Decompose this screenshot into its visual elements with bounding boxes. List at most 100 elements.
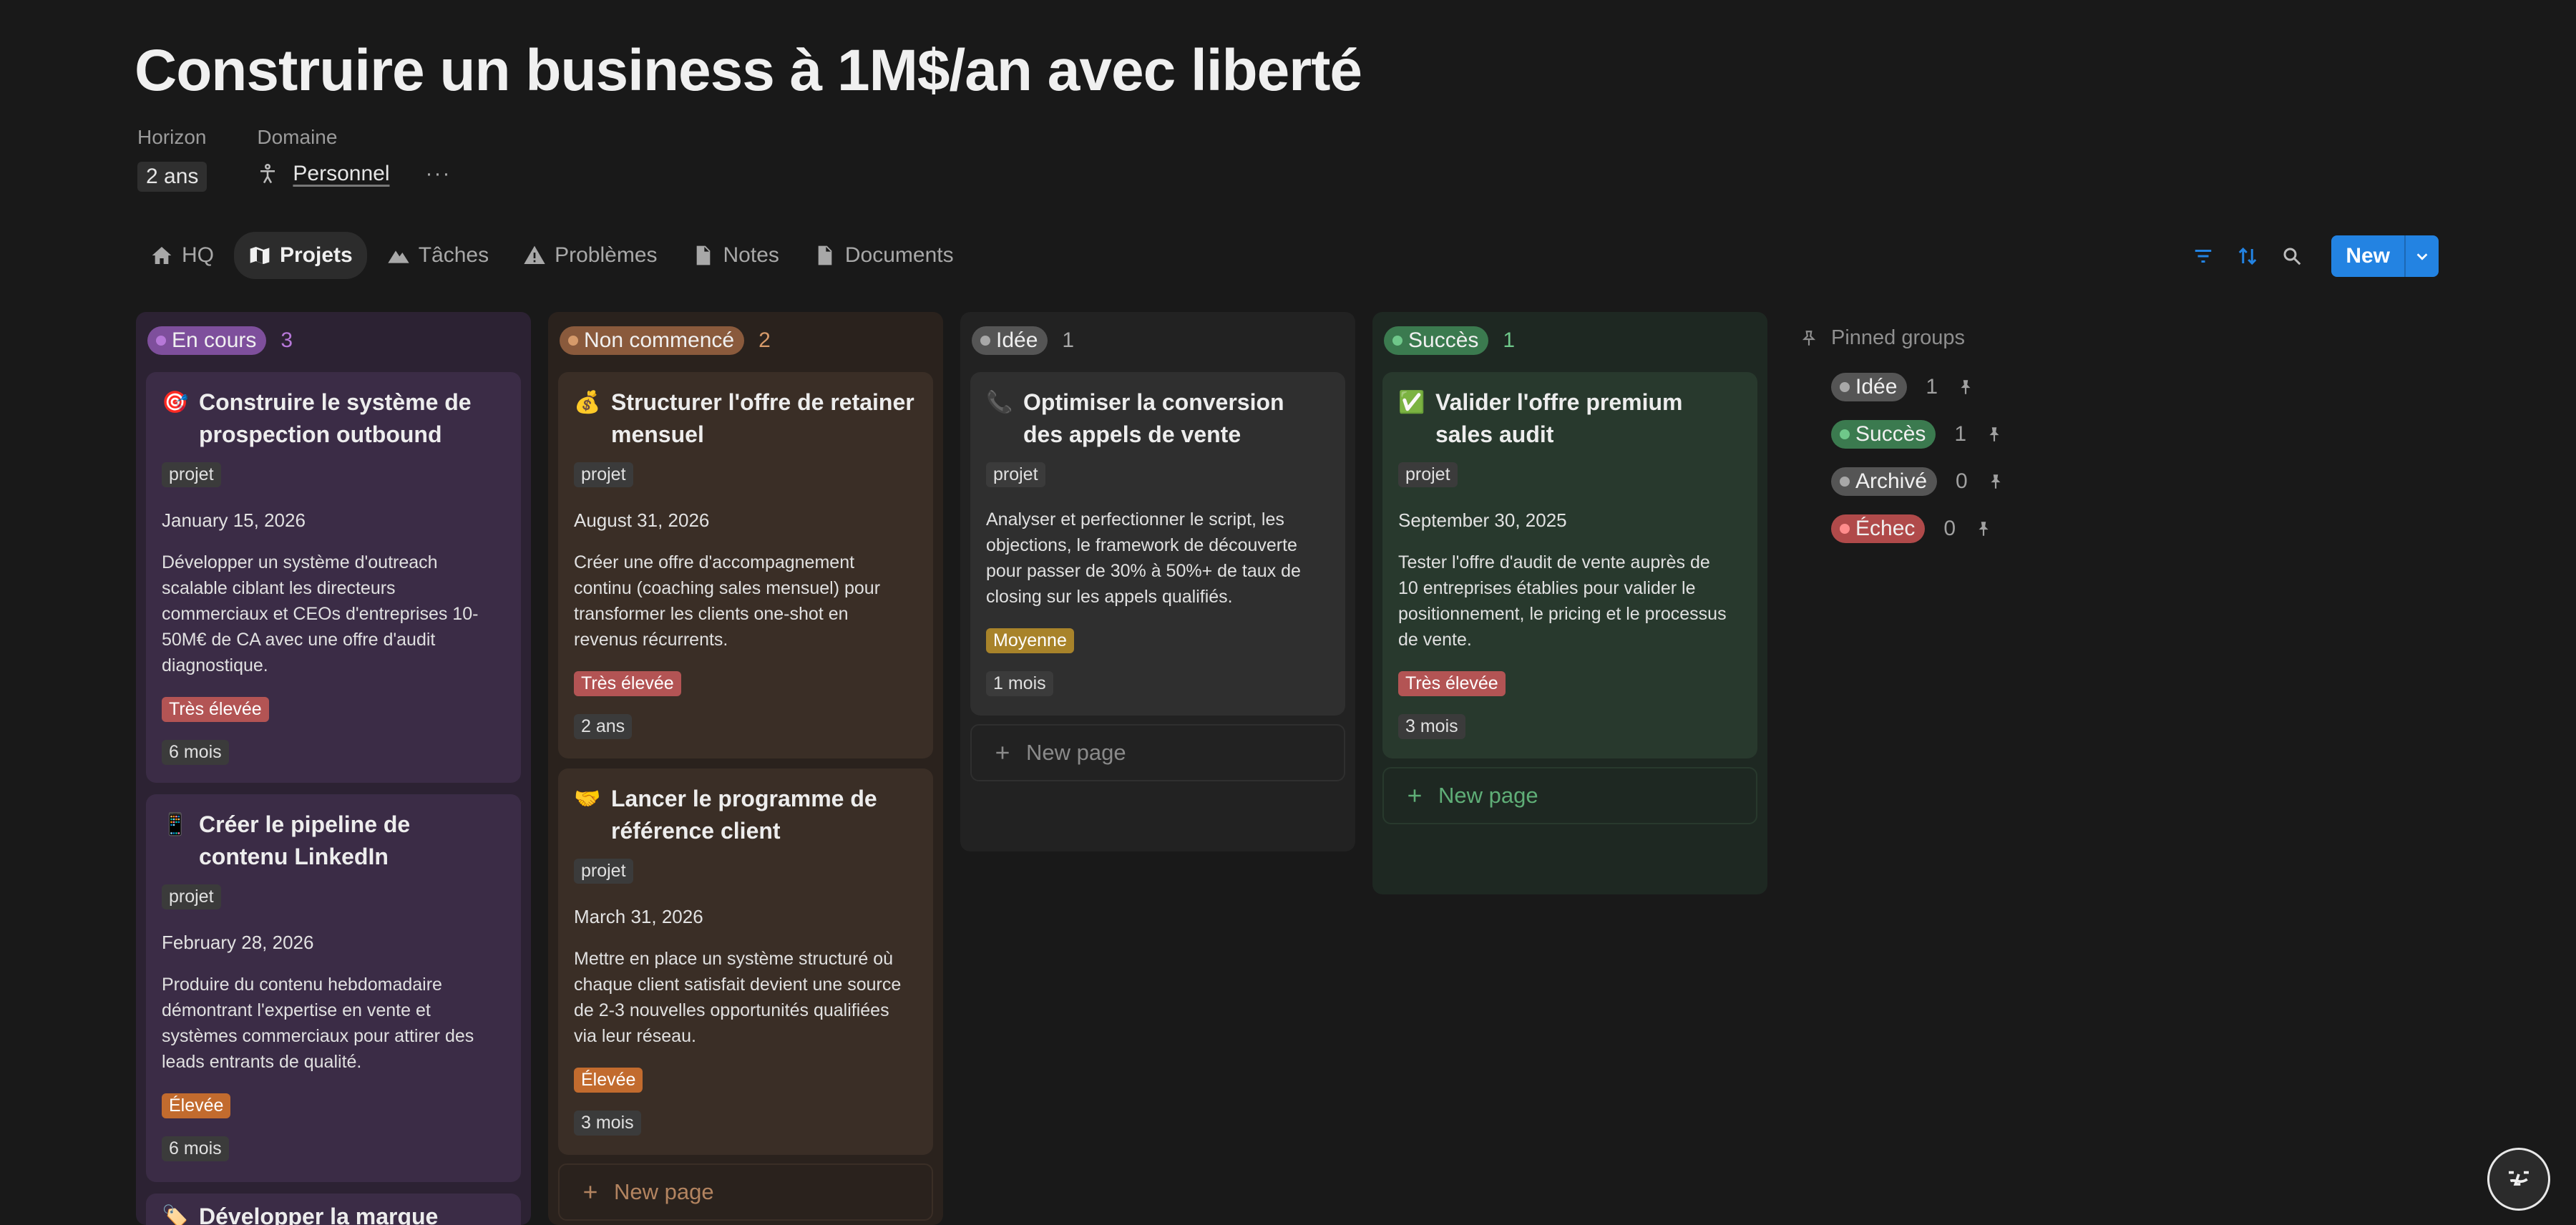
status-dot [1392,336,1402,346]
project-card[interactable]: ✅ Valider l'offre premium sales audit pro… [1382,372,1757,758]
pinned-group-echec[interactable]: Échec 0 [1831,514,2005,543]
tab-problemes[interactable]: Problèmes [509,232,671,279]
column-header[interactable]: Non commencé 2 [548,312,943,369]
pin-icon[interactable] [1956,378,1975,396]
status-dot [1840,524,1850,534]
priority-badge: Très élevée [162,697,269,722]
group-count: 1 [1954,422,1967,446]
person-icon [260,163,275,184]
duration-badge: 3 mois [1398,714,1465,739]
duration-badge: 2 ans [574,714,633,739]
type-badge: projet [574,462,633,487]
card-description: Analyser et perfectionner le script, les… [986,509,1301,607]
status-label: Idée [1855,375,1898,399]
status-label: Échec [1855,517,1916,540]
project-card[interactable]: 📱 Créer le pipeline de contenu LinkedIn p… [146,794,521,1182]
group-count: 0 [1956,469,1968,493]
duration-badge: 6 mois [162,740,229,765]
pin-icon [1802,330,1816,346]
new-page-label: New page [1438,783,1538,808]
type-badge: projet [1398,462,1458,487]
type-badge: projet [162,462,221,487]
card-description: Développer un système d'outreach scalabl… [162,552,479,675]
target-icon: 🎯 [162,391,189,414]
status-dot [980,336,990,346]
handshake-icon: 🤝 [574,787,601,811]
column-header[interactable]: En cours 3 [136,312,531,369]
filter-icon [2195,250,2212,263]
phone-icon: 📞 [986,391,1013,414]
card-title: Structurer l'offre de retainer mensuel [611,389,914,447]
ai-assistant-button[interactable] [2487,1148,2550,1211]
card-title: Développer la marque [199,1204,439,1225]
pinned-group-archive[interactable]: Archivé 0 [1831,467,2005,496]
phone-icon: 📱 [162,813,189,836]
card-title: Valider l'offre premium sales audit [1435,389,1683,447]
plus-icon [996,746,1009,759]
tab-documents[interactable]: Documents [799,232,968,279]
horizon-property: Horizon 2 ans [137,126,208,192]
pin-icon[interactable] [1974,519,1993,538]
new-page-button[interactable]: New page [1382,767,1757,824]
more-props-button[interactable]: ··· [425,162,451,186]
search-button[interactable] [2280,244,2304,268]
new-button[interactable]: New [2331,235,2439,277]
domain-property: Domaine Personnel ··· [257,126,451,192]
document-icon [696,245,710,265]
status-label: Succès [1408,328,1479,352]
sort-icon [2239,247,2257,265]
domain-value[interactable]: Personnel [293,162,389,186]
card-title: Construire le système de prospection out… [199,389,472,447]
card-description: Créer une offre d'accompagnement continu… [574,552,881,650]
new-page-button[interactable]: New page [970,724,1345,781]
tab-label: Projets [280,243,353,267]
domain-label: Domaine [257,126,338,148]
pinned-groups-label: Pinned groups [1831,326,1966,349]
search-icon [2283,248,2301,265]
card-description: Tester l'offre d'audit de vente auprès d… [1398,552,1727,650]
warning-icon [524,245,545,264]
status-label: Non commencé [584,328,735,352]
tab-label: HQ [182,243,214,267]
project-card[interactable]: 🤝 Lancer le programme de référence client… [558,768,933,1155]
new-page-button[interactable]: New page [558,1163,933,1221]
horizon-label: Horizon [137,126,207,148]
column-header[interactable]: Idée 1 [960,312,1355,369]
column-succes: Succès 1 ✅ Valider l'offre premium sales … [1372,312,1767,894]
status-tag: Idée [972,326,1048,355]
page-title[interactable]: Construire un business à 1M$/an avec lib… [135,37,1362,104]
tab-taches[interactable]: Tâches [373,232,503,279]
project-card[interactable]: 🎯 Construire le système de prospection ou… [146,372,521,783]
status-label: En cours [172,328,257,352]
priority-badge: Moyenne [986,628,1074,653]
status-tag: Succès [1831,420,1936,449]
tab-label: Documents [844,243,954,267]
mountain-icon [388,250,409,263]
tab-notes[interactable]: Notes [678,232,794,279]
map-icon [250,247,270,264]
type-badge: projet [574,859,633,884]
column-count: 3 [280,328,293,352]
priority-badge: Élevée [162,1093,231,1118]
project-card[interactable]: 💰 Structurer l'offre de retainer mensuel … [558,372,933,758]
type-badge: projet [162,884,221,909]
card-description: Mettre en place un système structuré où … [574,949,902,1046]
pin-icon[interactable] [1986,472,2005,491]
filter-button[interactable] [2191,244,2215,268]
new-button-label[interactable]: New [2331,235,2404,277]
column-header[interactable]: Succès 1 [1372,312,1767,369]
pinned-group-succes[interactable]: Succès 1 [1831,420,2005,449]
project-card[interactable]: 📞 Optimiser la conversion des appels de v… [970,372,1345,716]
project-card[interactable]: 🏷️ Développer la marque [146,1194,521,1225]
pinned-group-idee[interactable]: Idée 1 [1831,373,2005,401]
card-date: February 28, 2026 [162,932,314,953]
tab-projets[interactable]: Projets [234,232,367,279]
horizon-value[interactable]: 2 ans [137,162,208,192]
sort-button[interactable] [2235,244,2260,268]
tab-hq[interactable]: HQ [136,232,228,279]
pin-icon[interactable] [1985,425,2004,444]
chevron-down-icon [2416,253,2428,260]
new-dropdown-button[interactable] [2404,235,2439,277]
card-title: Créer le pipeline de contenu LinkedIn [199,811,411,869]
card-date: January 15, 2026 [162,509,306,531]
